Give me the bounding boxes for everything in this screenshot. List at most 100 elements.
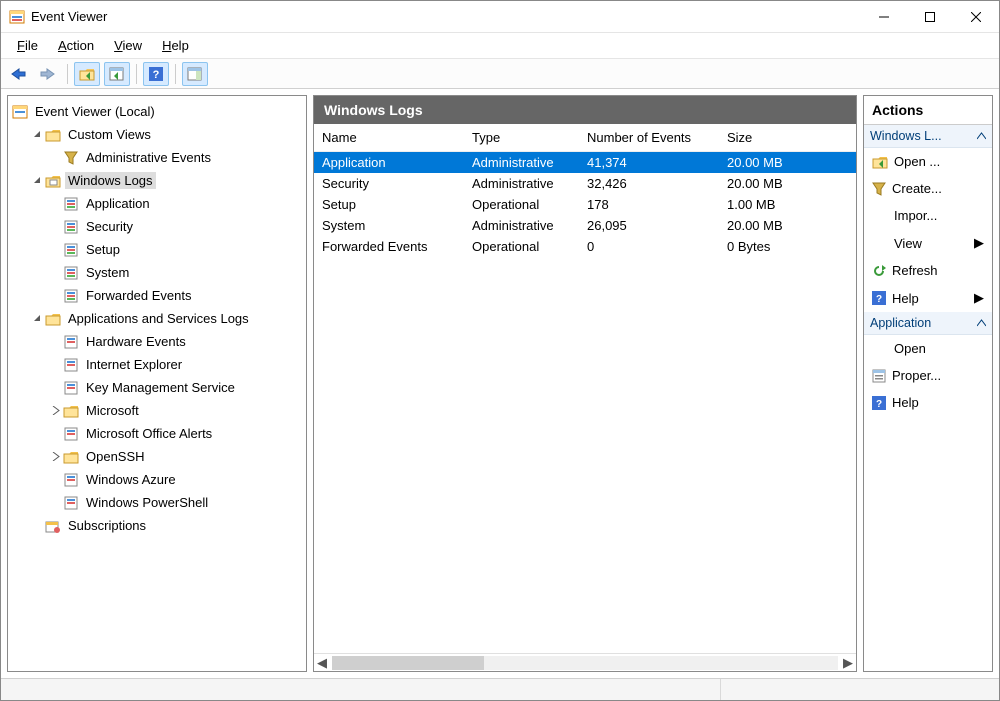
col-type[interactable]: Type <box>464 124 579 152</box>
tree-subscriptions[interactable]: Subscriptions <box>26 514 306 537</box>
table-row[interactable]: SystemAdministrative26,09520.00 MB <box>314 215 856 236</box>
table-cell-size: 0 Bytes <box>719 236 856 257</box>
tree-as-powershell[interactable]: Windows PowerShell <box>44 491 306 514</box>
menu-action[interactable]: Action <box>48 36 104 55</box>
tree-as-office[interactable]: Microsoft Office Alerts <box>44 422 306 445</box>
table-cell-type: Administrative <box>464 173 579 194</box>
scroll-left-icon[interactable]: ◀ <box>314 655 330 671</box>
action-help[interactable]: ?Help▶ <box>864 284 992 312</box>
tree-custom-views[interactable]: Custom Views <box>26 123 306 146</box>
table-cell-name: Security <box>314 173 464 194</box>
tree-label: Administrative Events <box>83 149 214 166</box>
table-row[interactable]: ApplicationAdministrative41,37420.00 MB <box>314 152 856 174</box>
tree-wl-security[interactable]: Security <box>44 215 306 238</box>
properties-button[interactable] <box>104 62 130 86</box>
log-icon <box>63 196 79 212</box>
horizontal-scrollbar[interactable]: ◀ ▶ <box>314 653 856 671</box>
tree-windows-logs[interactable]: Windows Logs <box>26 169 306 192</box>
table-row[interactable]: Forwarded EventsOperational00 Bytes <box>314 236 856 257</box>
tree-as-kms[interactable]: Key Management Service <box>44 376 306 399</box>
subscriptions-icon <box>45 518 61 534</box>
table-row[interactable]: SetupOperational1781.00 MB <box>314 194 856 215</box>
tree-label: Custom Views <box>65 126 154 143</box>
action-label: Help <box>892 395 984 410</box>
folder-icon <box>45 311 61 327</box>
action-label: Proper... <box>892 368 984 383</box>
action-import-custom-view[interactable]: Impor... <box>864 202 992 229</box>
folder-logs-icon <box>45 173 61 189</box>
action-label: Refresh <box>892 263 984 278</box>
tree-as-microsoft[interactable]: Microsoft <box>44 399 306 422</box>
log-icon <box>63 357 79 373</box>
collapse-icon <box>977 132 986 141</box>
menu-view[interactable]: View <box>104 36 152 55</box>
log-icon <box>63 219 79 235</box>
action-view[interactable]: View▶ <box>864 229 992 257</box>
tree-wl-system[interactable]: System <box>44 261 306 284</box>
tree-administrative-events[interactable]: Administrative Events <box>44 146 306 169</box>
action-open[interactable]: Open <box>864 335 992 362</box>
collapse-icon[interactable] <box>30 312 44 326</box>
tree-pane: Event Viewer (Local) Custom Views Admini… <box>7 95 307 672</box>
toolbar-separator <box>67 64 68 84</box>
tree-as-azure[interactable]: Windows Azure <box>44 468 306 491</box>
tree-label: Applications and Services Logs <box>65 310 252 327</box>
forward-button[interactable] <box>35 62 61 86</box>
svg-text:?: ? <box>153 69 160 81</box>
table-cell-size: 20.00 MB <box>719 173 856 194</box>
action-label: Create... <box>892 181 984 196</box>
open-saved-log-button[interactable] <box>74 62 100 86</box>
scroll-right-icon[interactable]: ▶ <box>840 655 856 671</box>
folder-icon <box>45 127 61 143</box>
actions-group-application[interactable]: Application <box>864 312 992 335</box>
table-cell-events: 32,426 <box>579 173 719 194</box>
show-action-pane-button[interactable] <box>182 62 208 86</box>
tree-wl-application[interactable]: Application <box>44 192 306 215</box>
table-cell-type: Administrative <box>464 152 579 174</box>
action-help-2[interactable]: ?Help <box>864 389 992 416</box>
action-properties[interactable]: Proper... <box>864 362 992 389</box>
back-button[interactable] <box>5 62 31 86</box>
toolbar-separator <box>175 64 176 84</box>
log-icon <box>63 242 79 258</box>
tree-as-hardware[interactable]: Hardware Events <box>44 330 306 353</box>
col-size[interactable]: Size <box>719 124 856 152</box>
maximize-button[interactable] <box>907 2 953 32</box>
table-cell-name: Setup <box>314 194 464 215</box>
collapse-icon <box>977 319 986 328</box>
col-name[interactable]: Name <box>314 124 464 152</box>
table-cell-name: Application <box>314 152 464 174</box>
table-row[interactable]: SecurityAdministrative32,42620.00 MB <box>314 173 856 194</box>
action-create-custom-view[interactable]: Create... <box>864 175 992 202</box>
help-button[interactable]: ? <box>143 62 169 86</box>
tree-apps-services[interactable]: Applications and Services Logs <box>26 307 306 330</box>
tree-label: Microsoft Office Alerts <box>83 425 215 442</box>
menu-help[interactable]: Help <box>152 36 199 55</box>
tree-label: Application <box>83 195 153 212</box>
tree-label: OpenSSH <box>83 448 148 465</box>
log-icon <box>63 265 79 281</box>
expand-icon[interactable] <box>48 450 62 464</box>
svg-text:?: ? <box>876 294 882 305</box>
tree-as-openssh[interactable]: OpenSSH <box>44 445 306 468</box>
minimize-button[interactable] <box>861 2 907 32</box>
scroll-thumb[interactable] <box>332 656 484 670</box>
actions-group-windows-logs[interactable]: Windows L... <box>864 125 992 148</box>
close-button[interactable] <box>953 2 999 32</box>
table-cell-type: Administrative <box>464 215 579 236</box>
collapse-icon[interactable] <box>30 174 44 188</box>
menu-file[interactable]: File <box>7 36 48 55</box>
col-events[interactable]: Number of Events <box>579 124 719 152</box>
action-label: Impor... <box>894 208 984 223</box>
log-icon <box>63 334 79 350</box>
tree-as-ie[interactable]: Internet Explorer <box>44 353 306 376</box>
folder-open-icon <box>872 155 888 169</box>
table-cell-name: Forwarded Events <box>314 236 464 257</box>
action-open-saved-log[interactable]: Open ... <box>864 148 992 175</box>
tree-wl-setup[interactable]: Setup <box>44 238 306 261</box>
expand-icon[interactable] <box>48 404 62 418</box>
tree-root[interactable]: Event Viewer (Local) <box>8 100 306 123</box>
tree-wl-forwarded[interactable]: Forwarded Events <box>44 284 306 307</box>
action-refresh[interactable]: Refresh <box>864 257 992 284</box>
collapse-icon[interactable] <box>30 128 44 142</box>
